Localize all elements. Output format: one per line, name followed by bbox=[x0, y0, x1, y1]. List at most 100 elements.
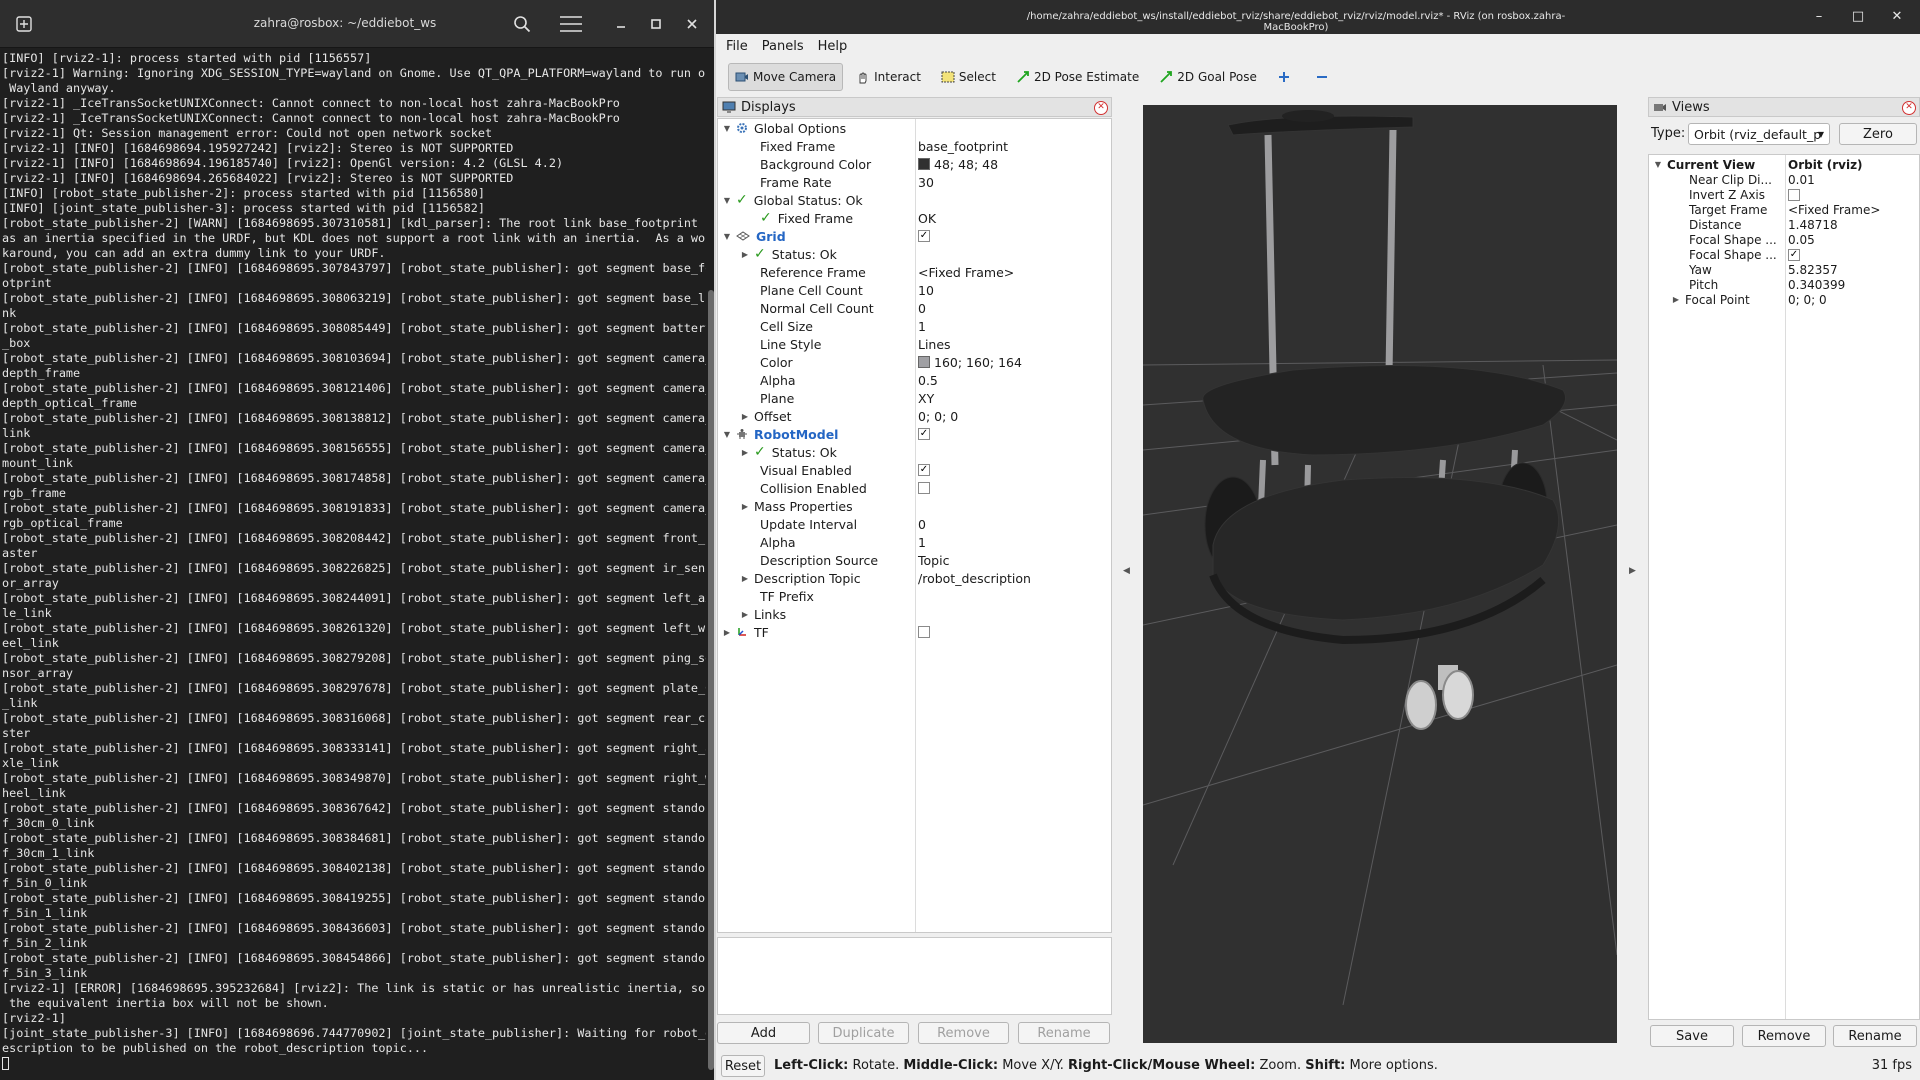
tree-row-rm-status[interactable]: ▶ ✓ Status: Ok bbox=[718, 443, 1111, 461]
grid-enabled-checkbox[interactable]: ✓ bbox=[918, 230, 930, 242]
maximize-icon[interactable] bbox=[644, 12, 668, 36]
tree-row-invert-z[interactable]: Invert Z Axis bbox=[1649, 187, 1919, 202]
remove-display-button[interactable]: Remove bbox=[918, 1022, 1009, 1044]
tf-enabled-checkbox[interactable] bbox=[918, 626, 930, 638]
tree-row-current-view[interactable]: ▼ Current View Orbit (rviz) bbox=[1649, 157, 1919, 172]
menu-file[interactable]: File bbox=[726, 39, 748, 54]
tree-row-update-interval[interactable]: Update Interval 0 bbox=[718, 515, 1111, 533]
tree-row-near-clip[interactable]: Near Clip Di... 0.01 bbox=[1649, 172, 1919, 187]
hamburger-menu-icon[interactable] bbox=[558, 12, 584, 36]
chevron-down-icon[interactable]: ▼ bbox=[722, 124, 732, 133]
interact-tool[interactable]: Interact bbox=[849, 63, 928, 91]
menu-panels[interactable]: Panels bbox=[762, 39, 804, 54]
chevron-right-icon[interactable]: ▶ bbox=[722, 628, 732, 637]
maximize-icon[interactable]: □ bbox=[1849, 8, 1867, 26]
tree-row-tf-prefix[interactable]: TF Prefix bbox=[718, 587, 1111, 605]
zero-button[interactable]: Zero bbox=[1839, 123, 1917, 145]
chevron-right-icon[interactable]: ▶ bbox=[1671, 295, 1681, 304]
tree-row-focal-shape-size[interactable]: Focal Shape ... 0.05 bbox=[1649, 232, 1919, 247]
check-icon: ✓ bbox=[754, 246, 766, 262]
chevron-right-icon[interactable]: ▶ bbox=[740, 412, 750, 421]
chevron-right-icon[interactable]: ▶ bbox=[740, 250, 750, 259]
close-icon[interactable]: ✕ bbox=[1902, 101, 1916, 115]
close-icon[interactable] bbox=[680, 12, 704, 36]
select-tool[interactable]: Select bbox=[934, 63, 1003, 91]
tree-row-focal-point[interactable]: ▶ Focal Point 0; 0; 0 bbox=[1649, 292, 1919, 307]
menu-help[interactable]: Help bbox=[818, 39, 848, 54]
tree-row-focal-shape-fixed[interactable]: Focal Shape ... ✓ bbox=[1649, 247, 1919, 262]
tree-row-cell-size[interactable]: Cell Size 1 bbox=[718, 317, 1111, 335]
move-camera-tool[interactable]: Move Camera bbox=[728, 63, 844, 91]
chevron-down-icon[interactable]: ▼ bbox=[1653, 160, 1663, 169]
invert-z-checkbox[interactable] bbox=[1788, 188, 1800, 201]
displays-tree[interactable]: ▼ Global Options Fixed Frame base_footpr… bbox=[717, 118, 1112, 933]
save-view-button[interactable]: Save bbox=[1650, 1025, 1734, 1047]
goal-pose-tool[interactable]: 2D Goal Pose bbox=[1152, 63, 1264, 91]
tree-row-visual-enabled[interactable]: Visual Enabled ✓ bbox=[718, 461, 1111, 479]
tree-row-grid-color[interactable]: Color 160; 160; 164 bbox=[718, 353, 1111, 371]
tree-row-normal-cell-count[interactable]: Normal Cell Count 0 bbox=[718, 299, 1111, 317]
minimize-icon[interactable] bbox=[609, 12, 633, 36]
tree-row-tf[interactable]: ▶ TF bbox=[718, 623, 1111, 641]
collapse-left-arrow-icon[interactable]: ◀ bbox=[1123, 566, 1130, 576]
tree-row-pitch[interactable]: Pitch 0.340399 bbox=[1649, 277, 1919, 292]
tree-row-robot-model[interactable]: ▼ RobotModel ✓ bbox=[718, 425, 1111, 443]
collapse-right-arrow-icon[interactable]: ▶ bbox=[1629, 566, 1636, 576]
close-icon[interactable]: ✕ bbox=[1094, 101, 1108, 115]
close-icon[interactable]: ✕ bbox=[1888, 8, 1906, 26]
add-tool-button[interactable] bbox=[1270, 63, 1302, 91]
tree-row-mass-properties[interactable]: ▶ Mass Properties bbox=[718, 497, 1111, 515]
tree-row-grid[interactable]: ▼ Grid ✓ bbox=[718, 227, 1111, 245]
terminal-output[interactable]: [INFO] [rviz2-1]: process started with p… bbox=[0, 51, 706, 1071]
tree-row-target-frame[interactable]: Target Frame <Fixed Frame> bbox=[1649, 202, 1919, 217]
chevron-right-icon[interactable]: ▶ bbox=[740, 610, 750, 619]
terminal-scrollbar[interactable] bbox=[708, 290, 714, 1070]
tree-row-description-topic[interactable]: ▶ Description Topic /robot_description bbox=[718, 569, 1111, 587]
add-display-button[interactable]: Add bbox=[717, 1022, 810, 1044]
visual-enabled-checkbox[interactable]: ✓ bbox=[918, 464, 930, 476]
minimize-icon[interactable]: – bbox=[1810, 8, 1828, 26]
tree-row-gs-fixed-frame[interactable]: ✓ Fixed Frame OK bbox=[718, 209, 1111, 227]
tree-row-fixed-frame[interactable]: Fixed Frame base_footprint bbox=[718, 137, 1111, 155]
chevron-right-icon[interactable]: ▶ bbox=[740, 574, 750, 583]
new-tab-icon[interactable] bbox=[12, 12, 36, 36]
tree-row-collision-enabled[interactable]: Collision Enabled bbox=[718, 479, 1111, 497]
cursor bbox=[2, 1057, 9, 1070]
chevron-right-icon[interactable]: ▶ bbox=[740, 502, 750, 511]
chevron-right-icon[interactable]: ▶ bbox=[740, 448, 750, 457]
pose-estimate-tool[interactable]: 2D Pose Estimate bbox=[1009, 63, 1146, 91]
views-tree[interactable]: ▼ Current View Orbit (rviz) Near Clip Di.… bbox=[1648, 154, 1920, 1020]
tree-row-offset[interactable]: ▶ Offset 0; 0; 0 bbox=[718, 407, 1111, 425]
tree-row-reference-frame[interactable]: Reference Frame <Fixed Frame> bbox=[718, 263, 1111, 281]
rename-display-button[interactable]: Rename bbox=[1018, 1022, 1110, 1044]
tree-row-rm-alpha[interactable]: Alpha 1 bbox=[718, 533, 1111, 551]
robot-model-enabled-checkbox[interactable]: ✓ bbox=[918, 428, 930, 440]
focal-shape-checkbox[interactable]: ✓ bbox=[1788, 248, 1800, 261]
tree-row-background-color[interactable]: Background Color 48; 48; 48 bbox=[718, 155, 1111, 173]
remove-tool-button[interactable] bbox=[1308, 63, 1340, 91]
tree-row-plane-cell-count[interactable]: Plane Cell Count 10 bbox=[718, 281, 1111, 299]
tree-row-frame-rate[interactable]: Frame Rate 30 bbox=[718, 173, 1111, 191]
tree-row-plane[interactable]: Plane XY bbox=[718, 389, 1111, 407]
tree-row-grid-status[interactable]: ▶ ✓ Status: Ok bbox=[718, 245, 1111, 263]
collision-enabled-checkbox[interactable] bbox=[918, 482, 930, 494]
tree-row-links[interactable]: ▶ Links bbox=[718, 605, 1111, 623]
view-type-select[interactable]: Orbit (rviz_default_p ▼ bbox=[1688, 123, 1830, 145]
tree-row-description-source[interactable]: Description Source Topic bbox=[718, 551, 1111, 569]
tree-row-grid-alpha[interactable]: Alpha 0.5 bbox=[718, 371, 1111, 389]
tree-row-global-options[interactable]: ▼ Global Options bbox=[718, 119, 1111, 137]
3d-viewport[interactable] bbox=[1143, 105, 1617, 1043]
chevron-down-icon[interactable]: ▼ bbox=[722, 196, 732, 205]
remove-view-button[interactable]: Remove bbox=[1742, 1025, 1826, 1047]
duplicate-display-button[interactable]: Duplicate bbox=[818, 1022, 909, 1044]
tree-row-line-style[interactable]: Line Style Lines bbox=[718, 335, 1111, 353]
chevron-down-icon[interactable]: ▼ bbox=[722, 430, 732, 439]
search-icon[interactable] bbox=[510, 12, 534, 36]
terminal-prompt[interactable] bbox=[2, 1056, 706, 1071]
tree-row-distance[interactable]: Distance 1.48718 bbox=[1649, 217, 1919, 232]
rename-view-button[interactable]: Rename bbox=[1833, 1025, 1917, 1047]
tree-row-yaw[interactable]: Yaw 5.82357 bbox=[1649, 262, 1919, 277]
tree-row-global-status[interactable]: ▼ ✓ Global Status: Ok bbox=[718, 191, 1111, 209]
reset-button[interactable]: Reset bbox=[721, 1055, 765, 1077]
chevron-down-icon[interactable]: ▼ bbox=[722, 232, 732, 241]
